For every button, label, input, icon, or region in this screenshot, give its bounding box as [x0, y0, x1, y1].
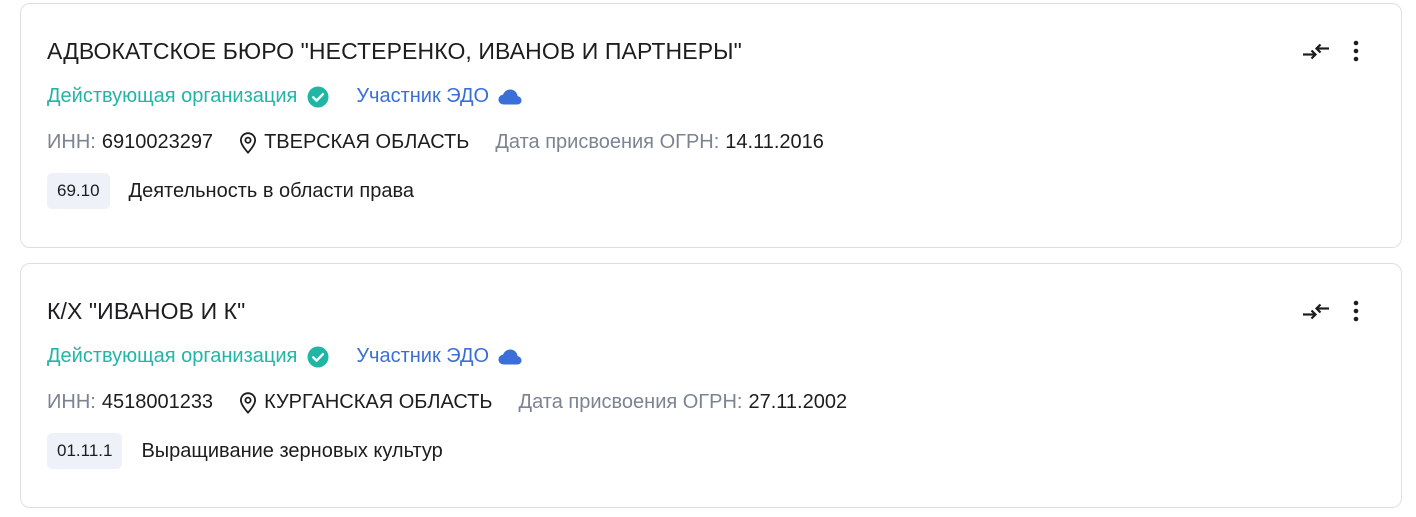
- organization-title[interactable]: АДВОКАТСКОЕ БЮРО "НЕСТЕРЕНКО, ИВАНОВ И П…: [47, 38, 742, 65]
- organization-card[interactable]: АДВОКАТСКОЕ БЮРО "НЕСТЕРЕНКО, ИВАНОВ И П…: [20, 3, 1402, 248]
- okved-code-badge: 01.11.1: [47, 433, 123, 469]
- edo-label[interactable]: Участник ЭДО: [356, 345, 489, 368]
- more-vertical-icon[interactable]: [1347, 38, 1365, 66]
- edo-label[interactable]: Участник ЭДО: [356, 85, 489, 108]
- inn-value[interactable]: 6910023297: [102, 131, 213, 154]
- organization-list: АДВОКАТСКОЕ БЮРО "НЕСТЕРЕНКО, ИВАНОВ И П…: [0, 0, 1416, 517]
- map-pin-icon: [240, 391, 257, 414]
- cloud-icon: [498, 89, 522, 104]
- compare-arrows-icon[interactable]: [1301, 300, 1331, 324]
- ogrn-date: 27.11.2002: [748, 391, 848, 413]
- okved-code-badge: 69.10: [47, 173, 110, 209]
- okved-row: 01.11.1 Выращивание зерновых культур: [47, 433, 443, 469]
- cloud-icon: [498, 349, 522, 364]
- organization-title[interactable]: К/Х "ИВАНОВ И К": [47, 298, 245, 325]
- organization-card[interactable]: К/Х "ИВАНОВ И К" Действующая организация…: [20, 263, 1402, 508]
- map-pin-icon: [240, 131, 257, 154]
- info-row: ИНН: 6910023297 ТВЕРСКАЯ ОБЛАСТЬ Дата пр…: [47, 131, 824, 154]
- okved-description: Деятельность в области права: [128, 179, 414, 202]
- ogrn-label: Дата присвоения ОГРН:: [518, 391, 743, 413]
- compare-arrows-icon[interactable]: [1301, 40, 1331, 64]
- ogrn-date: 14.11.2016: [725, 131, 824, 153]
- region-value: КУРГАНСКАЯ ОБЛАСТЬ: [264, 391, 493, 413]
- status-row: Действующая организация Участник ЭДО: [47, 345, 522, 368]
- status-row: Действующая организация Участник ЭДО: [47, 85, 522, 108]
- check-circle-icon: [307, 86, 329, 107]
- inn-label: ИНН:: [47, 391, 96, 413]
- status-label: Действующая организация: [47, 345, 298, 367]
- status-label: Действующая организация: [47, 85, 298, 107]
- ogrn-label: Дата присвоения ОГРН:: [495, 131, 720, 153]
- inn-label: ИНН:: [47, 131, 96, 153]
- info-row: ИНН: 4518001233 КУРГАНСКАЯ ОБЛАСТЬ Дата …: [47, 391, 847, 414]
- okved-description: Выращивание зерновых культур: [141, 439, 443, 462]
- more-vertical-icon[interactable]: [1347, 298, 1365, 326]
- okved-row: 69.10 Деятельность в области права: [47, 173, 414, 209]
- region-value: ТВЕРСКАЯ ОБЛАСТЬ: [264, 131, 470, 153]
- inn-value[interactable]: 4518001233: [102, 391, 213, 414]
- check-circle-icon: [307, 346, 329, 367]
